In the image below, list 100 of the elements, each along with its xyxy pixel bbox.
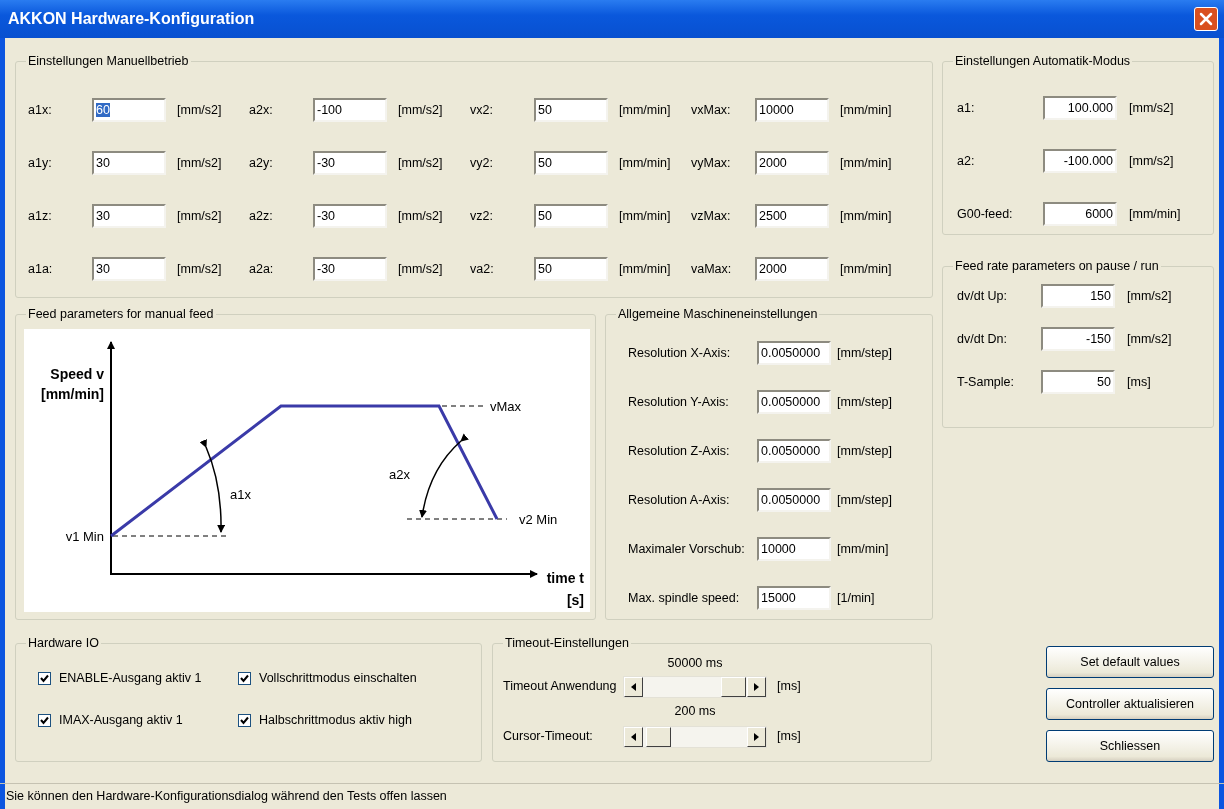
- input-field[interactable]: 100.000: [1043, 96, 1117, 120]
- checkbox[interactable]: [238, 714, 251, 727]
- close-button[interactable]: [1194, 7, 1218, 31]
- unit-label: [ms]: [776, 678, 802, 696]
- checkbox-label: IMAX-Ausgang aktiv 1: [59, 712, 183, 730]
- curve-label: v2 Min: [519, 511, 558, 527]
- input-field[interactable]: -30: [313, 151, 387, 175]
- input-field[interactable]: 2500: [755, 204, 829, 228]
- unit-label: [mm/s2]: [176, 101, 223, 119]
- input-field[interactable]: 0.0050000: [757, 439, 831, 463]
- axis-label: Speed v: [50, 365, 104, 382]
- unit-label: [mm/s2]: [1128, 152, 1175, 170]
- unit-label: [mm/s2]: [1126, 287, 1173, 305]
- curve-label: vMax: [490, 398, 522, 414]
- field-label: a2a:: [248, 260, 275, 278]
- field-label: vz2:: [469, 207, 494, 225]
- guide-line: [441, 405, 485, 406]
- input-field[interactable]: -100.000: [1043, 149, 1117, 173]
- unit-label: [mm/s2]: [397, 260, 444, 278]
- input-field[interactable]: 2000: [755, 257, 829, 281]
- input-field[interactable]: 150: [1041, 284, 1115, 308]
- group-title: Einstellungen Manuellbetrieb: [27, 55, 190, 68]
- unit-label: [mm/s2]: [1128, 99, 1175, 117]
- field-label: vyMax:: [690, 154, 732, 172]
- unit-label: [mm/s2]: [176, 260, 223, 278]
- checkbox[interactable]: [38, 672, 51, 685]
- window-title: AKKON Hardware-Konfiguration: [8, 9, 255, 29]
- input-field[interactable]: 30: [92, 257, 166, 281]
- input-field[interactable]: 60: [92, 98, 166, 122]
- input-field[interactable]: -30: [313, 257, 387, 281]
- scrollbar[interactable]: [623, 675, 767, 698]
- slider-reading: 50000 ms: [666, 655, 724, 673]
- scroll-left-button[interactable]: [624, 676, 643, 697]
- input-field[interactable]: 0.0050000: [757, 488, 831, 512]
- group-title: Feed parameters for manual feed: [27, 308, 215, 321]
- input-field[interactable]: 50: [1041, 370, 1115, 394]
- unit-label: [mm/s2]: [1126, 330, 1173, 348]
- input-field[interactable]: 6000: [1043, 202, 1117, 226]
- unit-label: [mm/step]: [836, 344, 893, 362]
- input-field[interactable]: 50: [534, 257, 608, 281]
- input-field[interactable]: -100: [313, 98, 387, 122]
- field-label: a1a:: [27, 260, 54, 278]
- input-field[interactable]: 30: [92, 204, 166, 228]
- input-field[interactable]: 50: [534, 204, 608, 228]
- unit-label: [mm/min]: [618, 154, 672, 172]
- field-label: a2z:: [248, 207, 274, 225]
- slider-label: Timeout Anwendung: [502, 678, 618, 696]
- unit-label: [ms]: [1126, 373, 1152, 391]
- scroll-thumb[interactable]: [720, 676, 746, 697]
- input-field[interactable]: 2000: [755, 151, 829, 175]
- scroll-thumb[interactable]: [646, 726, 672, 747]
- dialog-button[interactable]: Schliessen: [1046, 730, 1214, 762]
- scroll-left-button[interactable]: [624, 726, 643, 747]
- input-field[interactable]: 10000: [757, 537, 831, 561]
- scrollbar[interactable]: [623, 725, 767, 748]
- input-field[interactable]: 30: [92, 151, 166, 175]
- check-icon: [240, 674, 249, 683]
- input-field[interactable]: 50: [534, 98, 608, 122]
- unit-label: [mm/min]: [839, 207, 893, 225]
- unit-label: [ms]: [776, 728, 802, 746]
- field-label: vzMax:: [690, 207, 732, 225]
- input-field[interactable]: 50: [534, 151, 608, 175]
- checkbox[interactable]: [38, 714, 51, 727]
- input-field[interactable]: 0.0050000: [757, 341, 831, 365]
- slider-reading: 200 ms: [673, 703, 717, 721]
- dialog-button[interactable]: Controller aktualisieren: [1046, 688, 1214, 720]
- unit-label: [mm/s2]: [397, 154, 444, 172]
- input-field[interactable]: 15000: [757, 586, 831, 610]
- input-field[interactable]: -30: [313, 204, 387, 228]
- check-icon: [40, 674, 49, 683]
- field-label: a2:: [957, 152, 976, 170]
- scroll-right-button[interactable]: [747, 726, 766, 747]
- arrow-left-icon: [631, 682, 636, 691]
- check-icon: [240, 716, 249, 725]
- group-title: Hardware IO: [27, 637, 100, 650]
- angle-label: a2x: [389, 466, 410, 482]
- field-label: a1z:: [27, 207, 53, 225]
- unit-label: [mm/s2]: [176, 154, 223, 172]
- scroll-right-button[interactable]: [747, 676, 766, 697]
- input-field[interactable]: 10000: [755, 98, 829, 122]
- input-field[interactable]: -150: [1041, 327, 1115, 351]
- axis-unit: [s]: [566, 591, 584, 608]
- field-label: Resolution X-Axis:: [627, 344, 732, 362]
- group-title: Einstellungen Automatik-Modus: [954, 55, 1132, 68]
- checkbox[interactable]: [238, 672, 251, 685]
- unit-label: [mm/s2]: [397, 101, 444, 119]
- unit-label: [1/min]: [836, 589, 876, 607]
- field-label: vaMax:: [690, 260, 733, 278]
- field-label: Resolution A-Axis:: [627, 491, 731, 509]
- dialog-button[interactable]: Set default values: [1046, 646, 1214, 678]
- axis-label: time t: [546, 569, 584, 586]
- unit-label: [mm/min]: [618, 101, 672, 119]
- unit-label: [mm/min]: [836, 540, 890, 558]
- input-field[interactable]: 0.0050000: [757, 390, 831, 414]
- curve-label: v1 Min: [65, 528, 104, 544]
- unit-label: [mm/step]: [836, 442, 893, 460]
- field-label: Maximaler Vorschub:: [627, 540, 746, 558]
- field-label: dv/dt Up:: [957, 287, 1009, 305]
- angle-label: a1x: [230, 486, 251, 502]
- unit-label: [mm/min]: [1128, 205, 1182, 223]
